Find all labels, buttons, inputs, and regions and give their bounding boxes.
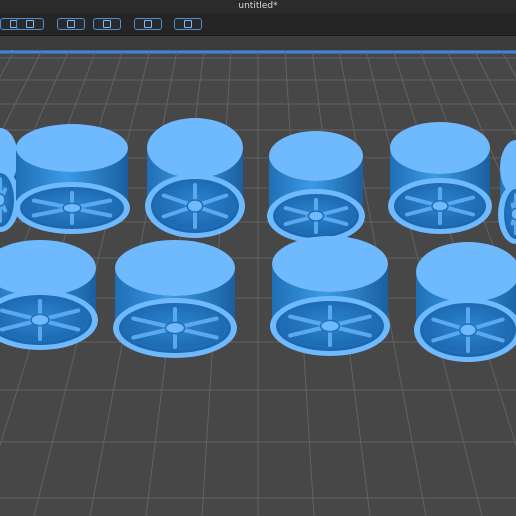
slice-icon (26, 20, 34, 28)
wheel-hub (0, 193, 6, 207)
wheel-hub (186, 199, 204, 213)
wheel-hub (164, 321, 186, 335)
print-lock-icon (184, 20, 192, 28)
wheel-back (272, 236, 388, 292)
toolbar (0, 13, 516, 36)
print-lock-button[interactable] (174, 18, 202, 30)
resin-drop-button[interactable] (93, 18, 121, 30)
wheel-model-4[interactable] (267, 131, 365, 243)
frame-icon (144, 20, 152, 28)
wheel-model-10[interactable] (414, 242, 516, 362)
wheel-model-7[interactable] (0, 240, 98, 350)
3d-viewport[interactable] (0, 36, 516, 516)
wheel-hub (431, 200, 449, 212)
wheel-hub (458, 323, 478, 337)
wheel-model-9[interactable] (270, 236, 390, 356)
wheel-back (16, 124, 128, 172)
frame-button[interactable] (134, 18, 162, 30)
wheel-back (390, 122, 490, 174)
wheel-model-8[interactable] (113, 240, 237, 358)
slice-button[interactable] (16, 18, 44, 30)
wheel-back (416, 242, 516, 302)
resin-drop-icon (103, 20, 111, 28)
scene-canvas[interactable] (0, 36, 516, 516)
wheel-hub (30, 313, 50, 327)
wheel-model-5[interactable] (388, 122, 492, 234)
wheel-back (147, 118, 243, 178)
wheel-back (269, 131, 363, 181)
wheel-hub (307, 210, 325, 222)
wheel-model-3[interactable] (145, 118, 245, 238)
window-title: untitled* (0, 0, 516, 13)
wheel-model-2[interactable] (14, 124, 130, 234)
wheel-hub (62, 202, 82, 214)
support-tree-button[interactable] (57, 18, 85, 30)
support-tree-icon (67, 20, 75, 28)
wheel-hub (319, 319, 341, 333)
wheel-back (115, 240, 235, 296)
wheel-hub (510, 207, 516, 221)
